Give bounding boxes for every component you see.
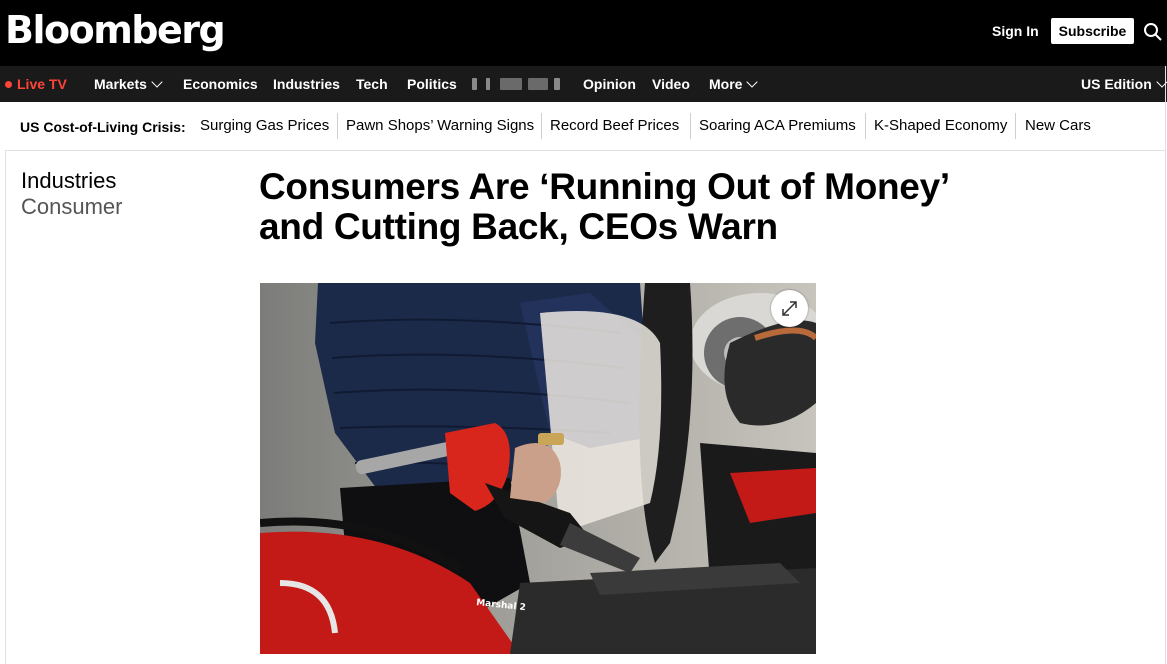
main-nav: Live TV Markets Economics Industries Tec…	[0, 66, 1167, 102]
expand-icon	[782, 301, 797, 316]
nav-tech[interactable]: Tech	[356, 66, 388, 102]
article-photo: Marshal 2	[260, 283, 816, 654]
nav-markets-label: Markets	[94, 76, 147, 92]
bloomberg-logo[interactable]: Bloomberg	[5, 8, 226, 52]
nav-more-label: More	[709, 76, 743, 92]
nav-opinion[interactable]: Opinion	[583, 66, 636, 102]
search-icon[interactable]	[1143, 22, 1163, 42]
nav-politics[interactable]: Politics	[407, 66, 457, 102]
subcategory-link[interactable]: Consumer	[21, 194, 122, 220]
nav-industries[interactable]: Industries	[273, 66, 340, 102]
live-indicator-icon	[5, 81, 12, 88]
edition-label: US Edition	[1081, 76, 1152, 92]
content-border	[5, 151, 6, 664]
topic-link[interactable]: Soaring ACA Premiums	[699, 116, 856, 136]
topic-link[interactable]: Surging Gas Prices	[200, 116, 329, 136]
expand-image-button[interactable]	[771, 290, 808, 327]
content-border	[1165, 66, 1166, 664]
topic-strip: US Cost-of-Living Crisis: Surging Gas Pr…	[5, 102, 1165, 151]
chevron-down-icon	[746, 76, 759, 88]
nav-markets[interactable]: Markets	[94, 66, 163, 102]
site-header: Bloomberg Sign In Subscribe	[0, 0, 1167, 66]
topic-strip-heading: US Cost-of-Living Crisis:	[20, 119, 186, 135]
photo-illustration: Marshal 2	[260, 283, 816, 654]
obscured-nav-item[interactable]	[472, 78, 564, 92]
topic-link[interactable]: K-Shaped Economy	[874, 116, 1007, 136]
topic-link[interactable]: Pawn Shops’ Warning Signs	[346, 116, 534, 136]
category-link[interactable]: Industries	[21, 168, 116, 194]
divider	[541, 113, 542, 139]
divider	[865, 113, 866, 139]
divider	[1015, 113, 1016, 139]
chevron-down-icon	[151, 76, 163, 88]
edition-selector[interactable]: US Edition	[1081, 66, 1167, 102]
nav-live-tv[interactable]: Live TV	[17, 66, 67, 102]
nav-more[interactable]: More	[709, 66, 759, 102]
topic-link[interactable]: New Cars	[1025, 116, 1091, 136]
topic-link[interactable]: Record Beef Prices	[550, 116, 679, 136]
nav-economics[interactable]: Economics	[183, 66, 258, 102]
divider	[337, 113, 338, 139]
nav-video[interactable]: Video	[652, 66, 690, 102]
divider	[690, 113, 691, 139]
sign-in-link[interactable]: Sign In	[992, 22, 1039, 40]
subscribe-button[interactable]: Subscribe	[1051, 18, 1134, 44]
article-headline: Consumers Are ‘Running Out of Money’ and…	[259, 166, 948, 247]
